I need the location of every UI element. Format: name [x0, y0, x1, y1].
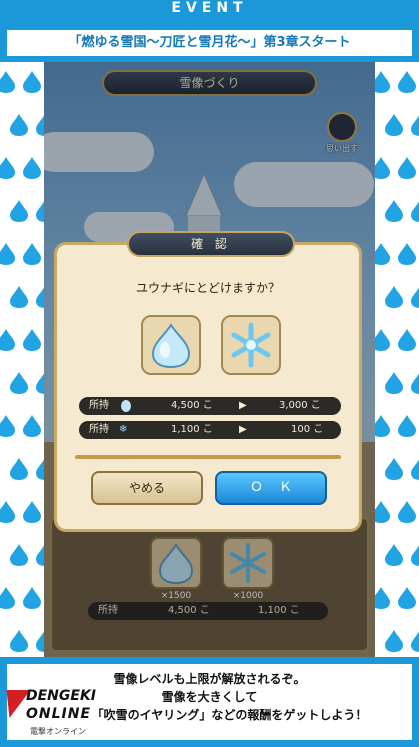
row-after: 3,000 こ: [279, 400, 321, 411]
water-drop-icon: [0, 501, 15, 523]
water-drop-icon: [121, 400, 131, 412]
drop-choice[interactable]: [141, 315, 201, 375]
water-drop-icon: [36, 115, 44, 136]
water-drop-icon: [385, 114, 403, 136]
water-drop-icon: [23, 415, 41, 437]
ok-button[interactable]: ＯＫ: [215, 471, 327, 505]
water-drop-icon: [385, 544, 403, 566]
water-drop-icon: [0, 71, 15, 93]
water-drop-icon: [10, 200, 28, 222]
drop-cost-row: 所持 4,500 こ ▶ 3,000 こ: [79, 397, 341, 415]
water-drop-icon: [23, 501, 41, 523]
arrow-icon: ▶: [239, 400, 247, 411]
row-after: 100 こ: [291, 424, 324, 435]
water-drop-icon: [411, 201, 419, 222]
game-screen: 雪像づくり 思い出す ×1500 ×1000 所持 4,500 こ 1,100 …: [44, 62, 375, 657]
water-drop-icon: [0, 415, 15, 437]
snowflake-icon: [231, 322, 271, 368]
logo-line-2: ONLINE: [26, 706, 92, 722]
water-drop-icon: [23, 587, 41, 609]
headline: 「燃ゆる雪国〜刀匠と雪月花〜」第3章スタート: [5, 28, 414, 58]
event-label: EVENT: [171, 0, 248, 16]
water-drop-icon: [385, 200, 403, 222]
water-drop-icon: [398, 157, 416, 179]
water-drop-icon: [375, 329, 390, 351]
water-drop-icon: [411, 287, 419, 308]
water-drop-icon: [411, 115, 419, 136]
water-drop-icon: [0, 587, 15, 609]
water-drop-icon: [10, 630, 28, 652]
water-drop-icon: [398, 243, 416, 265]
snow-choice[interactable]: [221, 315, 281, 375]
water-drop-icon: [375, 71, 390, 93]
water-drop-pattern-left: [0, 62, 44, 657]
water-drop-icon: [375, 243, 390, 265]
water-drop-icon: [23, 157, 41, 179]
water-drop-icon: [23, 71, 41, 93]
water-drop-icon: [0, 329, 15, 351]
logo-line-1: DENGEKI: [26, 688, 97, 704]
water-drop-icon: [375, 501, 390, 523]
water-drop-icon: [375, 415, 390, 437]
water-drop-icon: [385, 458, 403, 480]
water-drop-icon: [385, 630, 403, 652]
dialog-divider: [75, 455, 341, 459]
water-drop-icon: [10, 544, 28, 566]
water-drop-icon: [398, 415, 416, 437]
water-drop-icon: [23, 243, 41, 265]
water-drop-icon: [36, 459, 44, 480]
snow-cost-row: 所持 ❄ 1,100 こ ▶ 100 こ: [79, 421, 341, 439]
water-drop-icon: [10, 372, 28, 394]
water-drop-icon: [398, 587, 416, 609]
water-drop-icon: [411, 631, 419, 652]
water-drop-icon: [151, 323, 191, 369]
snowflake-icon: ❄: [119, 424, 128, 435]
water-drop-icon: [375, 157, 390, 179]
water-drop-icon: [411, 545, 419, 566]
row-label: 所持: [89, 400, 109, 411]
water-drop-icon: [10, 114, 28, 136]
row-before: 4,500 こ: [171, 400, 213, 411]
top-banner: EVENT 「燃ゆる雪国〜刀匠と雪月花〜」第3章スタート: [0, 0, 419, 62]
dialog-title: 確 認: [127, 231, 295, 257]
water-drop-icon: [23, 329, 41, 351]
dialog-question: ユウナギにとどけますか？: [135, 281, 280, 295]
water-drop-icon: [10, 458, 28, 480]
water-drop-icon: [36, 287, 44, 308]
water-drop-icon: [411, 459, 419, 480]
water-drop-icon: [36, 631, 44, 652]
water-drop-icon: [0, 243, 15, 265]
cancel-button[interactable]: やめる: [91, 471, 203, 505]
water-drop-icon: [0, 157, 15, 179]
confirm-dialog: 確 認 ユウナギにとどけますか？ 所持 4,500 こ ▶ 3,000 こ 所持…: [54, 231, 362, 532]
water-drop-icon: [36, 545, 44, 566]
row-label: 所持: [89, 424, 109, 435]
water-drop-icon: [36, 201, 44, 222]
water-drop-icon: [36, 373, 44, 394]
water-drop-icon: [398, 329, 416, 351]
logo-line-3: 電撃オンライン: [30, 727, 86, 736]
water-drop-pattern-right: [375, 62, 419, 657]
dengeki-logo: DENGEKI ONLINE 電撃オンライン: [0, 666, 122, 744]
water-drop-icon: [385, 372, 403, 394]
water-drop-icon: [411, 373, 419, 394]
arrow-icon: ▶: [239, 424, 247, 435]
water-drop-icon: [385, 286, 403, 308]
water-drop-icon: [398, 71, 416, 93]
water-drop-icon: [10, 286, 28, 308]
row-before: 1,100 こ: [171, 424, 213, 435]
water-drop-icon: [398, 501, 416, 523]
water-drop-icon: [375, 587, 390, 609]
